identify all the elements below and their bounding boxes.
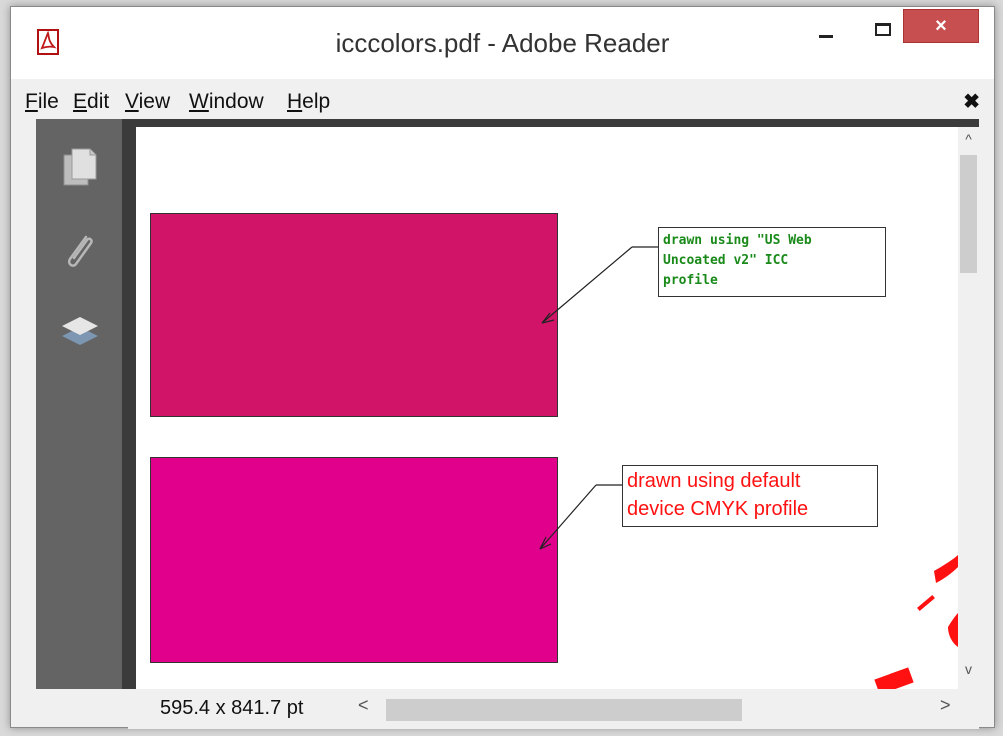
menu-view-accel: V [125,90,139,113]
attachment-icon[interactable] [58,229,102,273]
close-icon: × [935,15,947,37]
icc-profile-note: drawn using "US Web Uncoated v2" ICC pro… [658,227,886,297]
minimize-button[interactable] [797,11,855,55]
scroll-down-icon[interactable]: v [958,657,979,681]
icc-note-line-1: drawn using "US Web [663,233,812,248]
scroll-right-icon[interactable]: > [940,695,951,716]
icc-note-line-2: Uncoated v2" ICC [663,253,789,268]
title-bar[interactable]: icccolors.pdf - Adobe Reader × [11,7,994,79]
menu-view[interactable]: View [125,89,170,115]
adobe-pdf-icon [37,29,59,55]
layers-icon[interactable] [58,309,102,353]
cmyk-note-line-1: drawn using default [627,470,801,492]
menu-file[interactable]: File [25,89,59,115]
vertical-scroll-thumb[interactable] [960,155,977,273]
menu-file-accel: F [25,90,38,113]
device-cmyk-note: drawn using default device CMYK profile [622,465,878,527]
menu-bar: File Edit View Window Help ✖ [11,83,994,119]
status-bar: 595.4 x 841.7 pt < > [128,689,979,729]
close-button[interactable]: × [903,9,979,43]
menu-edit-accel: E [73,90,88,113]
close-document-button[interactable]: ✖ [963,89,980,114]
document-area[interactable]: drawn using "US Web Uncoated v2" ICC pro… [128,119,979,689]
menu-edit-rest: dit [87,90,110,113]
menu-view-rest: iew [138,90,171,113]
menu-help-accel: H [287,90,303,113]
pages-icon[interactable] [58,145,102,189]
minimize-icon [819,35,833,38]
page-size-readout: 595.4 x 841.7 pt [160,697,304,719]
menu-window-rest: indow [208,90,264,113]
pdf-page[interactable]: drawn using "US Web Uncoated v2" ICC pro… [136,127,958,689]
cmyk-note-line-2: device CMYK profile [627,498,809,520]
navigation-pane [36,119,128,689]
adobe-reader-window: icccolors.pdf - Adobe Reader × File Edit… [10,6,995,729]
menu-window-accel: W [189,90,209,113]
horizontal-scrollbar[interactable] [386,693,948,721]
maximize-icon [875,23,891,36]
vertical-scrollbar[interactable]: ^ v [958,127,979,689]
annotation-callout-lines [539,246,958,689]
menu-window[interactable]: Window [189,89,264,115]
menu-edit[interactable]: Edit [73,89,109,115]
menu-file-rest: ile [37,90,59,113]
icc-note-line-3: profile [663,273,718,288]
horizontal-scroll-thumb[interactable] [386,699,742,721]
scroll-left-icon[interactable]: < [358,695,369,716]
menu-help[interactable]: Help [287,89,330,115]
menu-help-rest: elp [302,90,331,113]
scroll-up-icon[interactable]: ^ [958,127,979,151]
